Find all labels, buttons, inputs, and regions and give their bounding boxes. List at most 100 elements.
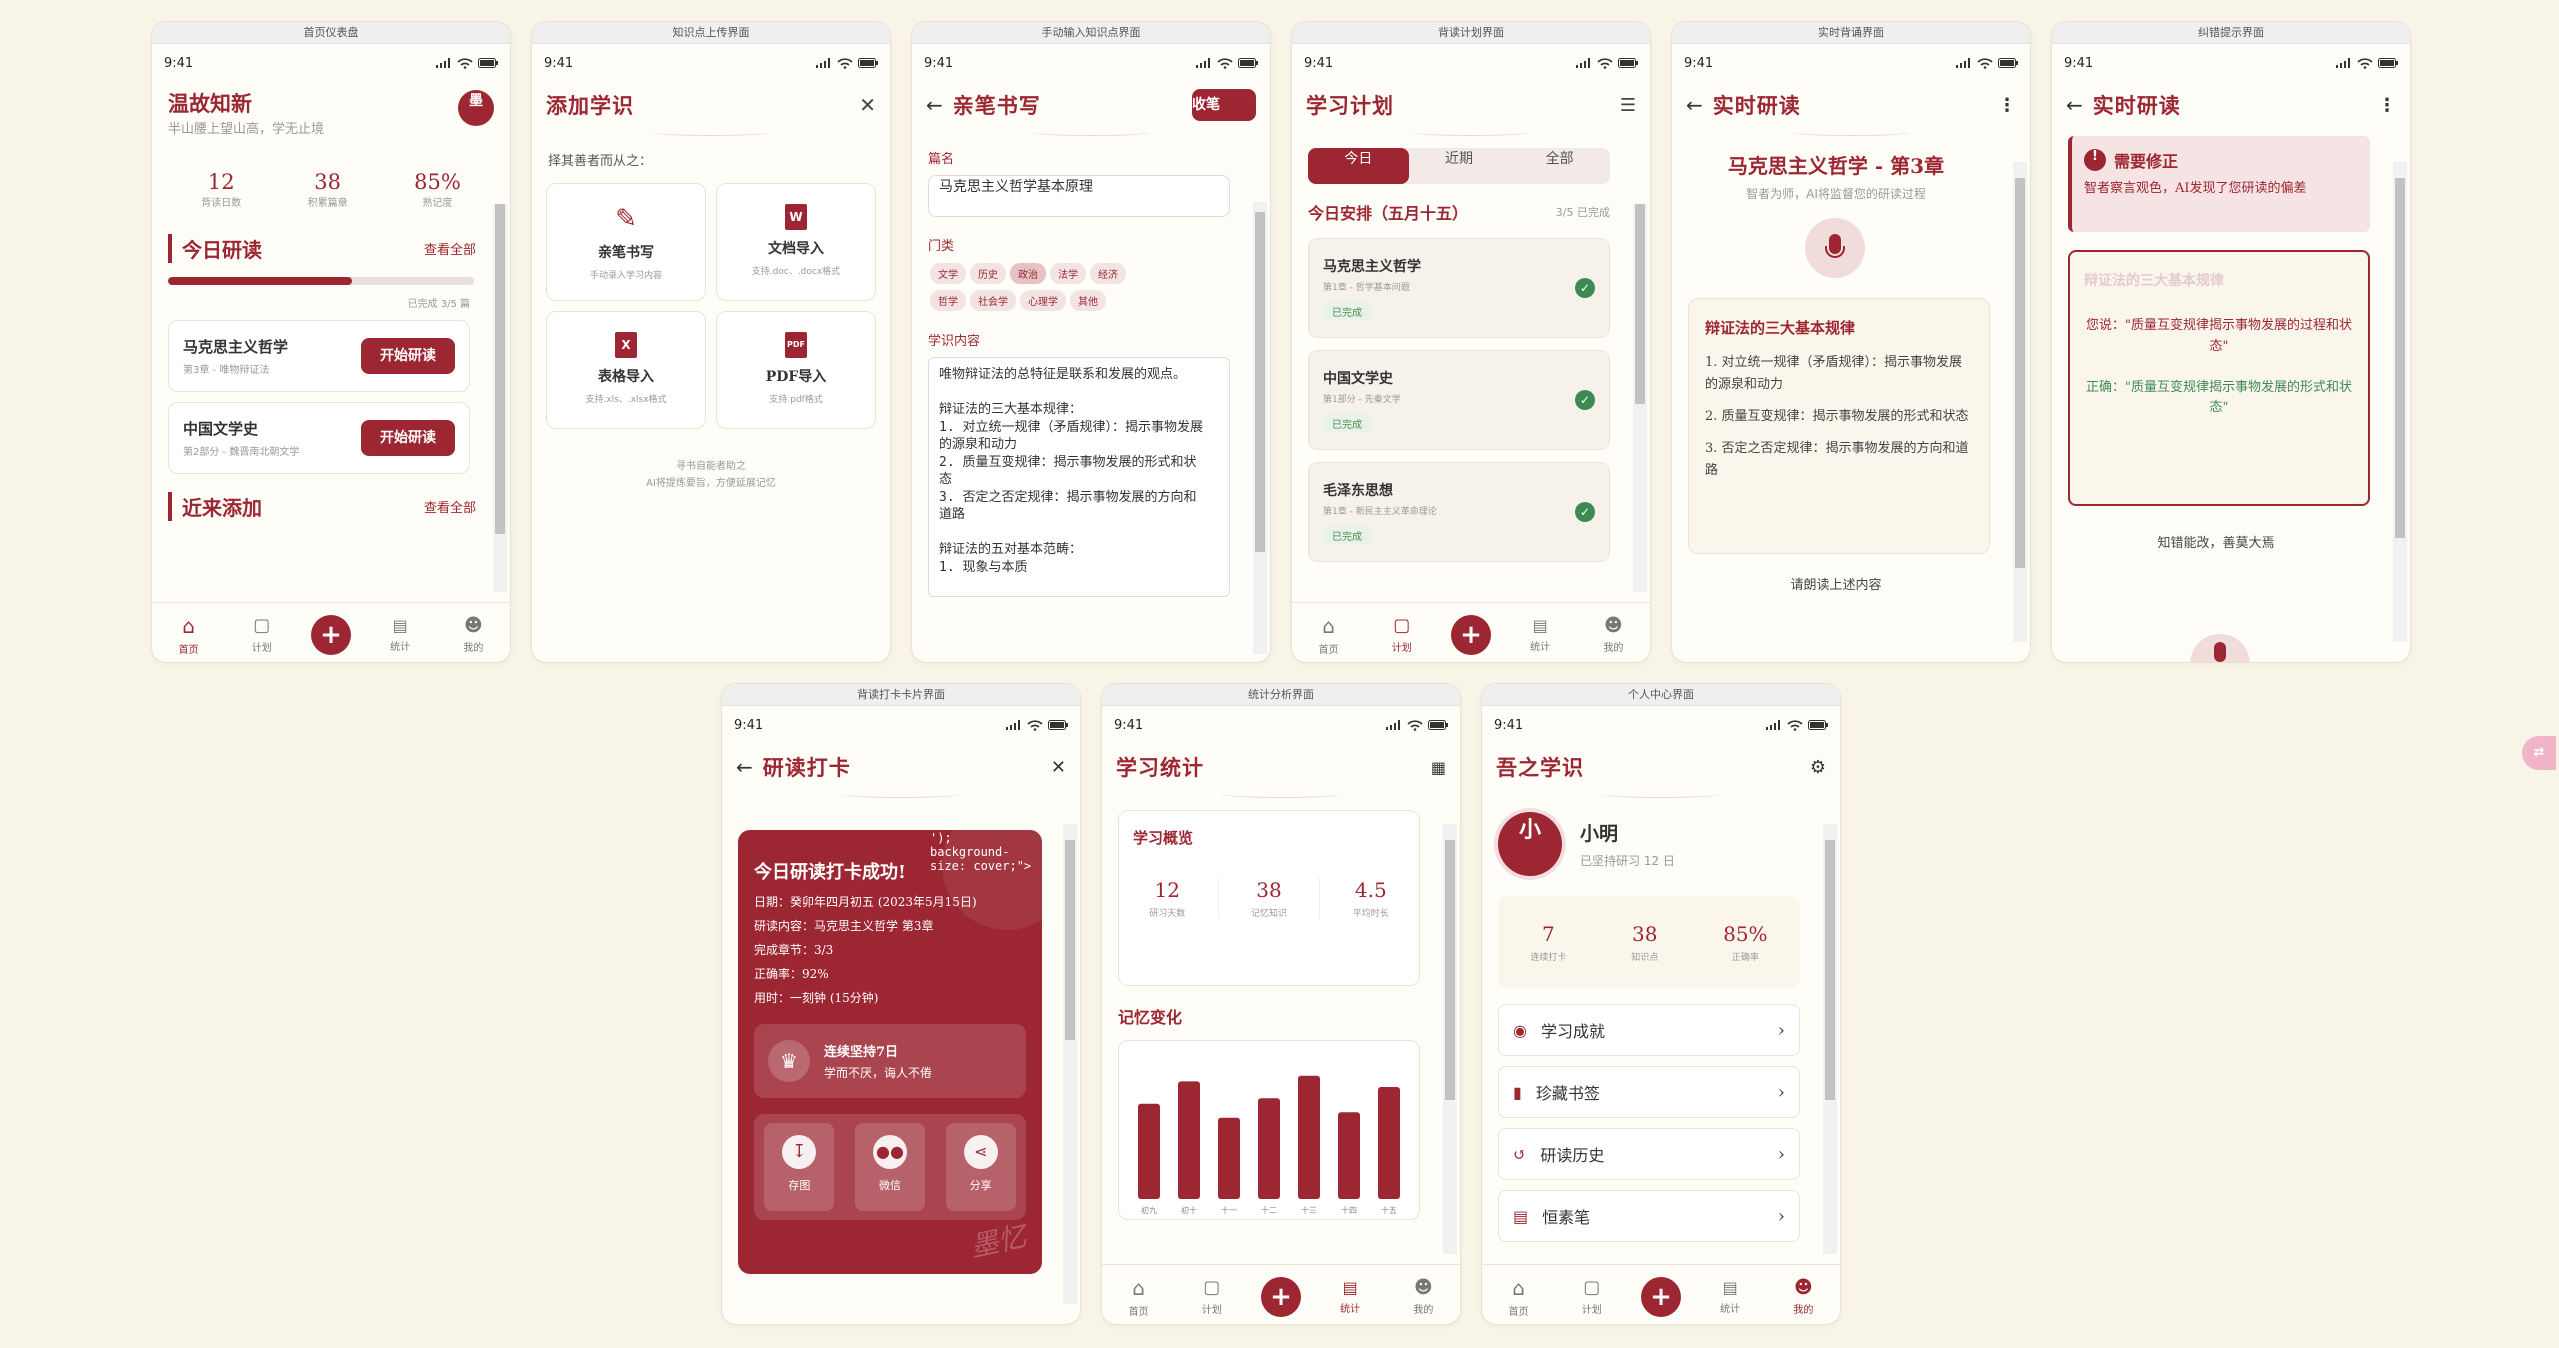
start-reading-button[interactable]: 开始研读 [361,420,455,456]
close-icon[interactable]: ✕ [859,93,876,117]
category-tag[interactable]: 政治 [1010,263,1046,284]
status-bar: 9:41 [152,44,510,82]
list-item[interactable]: 中国文学史 第2部分 - 魏晋南北朝文学 开始研读 [168,402,470,474]
back-arrow-icon[interactable]: ← [2066,93,2083,117]
back-arrow-icon[interactable]: ← [926,93,943,117]
menu-achievements[interactable]: ◉ 学习成就 › [1498,1004,1800,1056]
category-tag[interactable]: 心理学 [1020,290,1066,311]
add-button[interactable]: + [310,614,351,655]
nav-stats[interactable]: ▤ 统计 [1706,1278,1754,1315]
nav-home[interactable]: ⌂ 首页 [1115,1276,1163,1318]
chevron-right-icon: › [1777,1081,1785,1103]
microphone-button[interactable] [1805,218,1865,278]
add-button[interactable]: + [1640,1276,1681,1317]
save-button[interactable]: 收笔 [1192,89,1256,121]
nav-home[interactable]: ⌂ 首页 [1495,1276,1543,1318]
footer-text: 请朗读上述内容 [1790,578,1882,593]
plan-item[interactable]: 中国文学史 第1部分 - 先秦文学 已完成 ✓ [1308,350,1610,450]
option-word[interactable]: W 文档导入 支持.doc、.docx格式 [716,183,876,301]
nav-plan[interactable]: ▢ 计划 [1188,1277,1236,1316]
bottom-nav: ⌂ 首页 ▢ 计划 + ▤ 统计 ☻ 我的 [1292,602,1650,662]
scrollbar[interactable] [1063,824,1077,1304]
avatar[interactable]: 墨 [458,90,494,126]
book-icon: ▢ [1583,1277,1601,1298]
category-tag[interactable]: 哲学 [930,290,966,311]
bar-chart: 初九 初十 十一 十二 十三 十四 十五 [1138,1075,1400,1215]
start-reading-button[interactable]: 开始研读 [361,338,455,374]
option-pdf[interactable]: PDF PDF导入 支持.pdf格式 [716,311,876,429]
see-all-link[interactable]: 查看全部 [424,497,476,516]
category-tag[interactable]: 其他 [1070,290,1106,311]
calendar-icon[interactable]: ▦ [1431,758,1446,777]
menu-notes[interactable]: ▤ 恒素笔 › [1498,1190,1800,1242]
status-bar: 9:41 [532,44,890,82]
category-tag[interactable]: 社会学 [970,290,1016,311]
scrollbar[interactable] [1633,204,1647,592]
stat-label: 研习天数 [1149,909,1186,919]
scrollbar[interactable] [1823,824,1837,1254]
nav-stats[interactable]: ▤ 统计 [1516,616,1564,653]
category-tag[interactable]: 文学 [930,263,966,284]
scrollbar[interactable] [493,204,507,592]
tab-recent[interactable]: 近期 [1409,148,1510,184]
menu-bookmarks[interactable]: ▮ 珍藏书签 › [1498,1066,1800,1118]
add-button[interactable]: + [1260,1276,1301,1317]
stat: 85% 正确率 [1723,922,1767,963]
divider [1411,128,1531,136]
option-excel[interactable]: X 表格导入 支持.xls、.xlsx格式 [546,311,706,429]
nav-me[interactable]: ☻ 我的 [449,615,497,654]
tab-all[interactable]: 全部 [1509,148,1610,184]
today-heading-row: 今日安排（五月十五） 3/5 已完成 [1308,200,1610,224]
battery-icon [1808,720,1828,730]
section-title: 今日研读 [168,234,262,263]
more-icon[interactable]: ⋮ [2378,95,2396,116]
filter-icon[interactable]: ☰ [1620,95,1636,116]
option-subtitle: 手动录入学习内容 [589,271,662,281]
translate-widget-icon[interactable]: ⇄ [2522,736,2556,770]
add-button[interactable]: + [1450,614,1491,655]
gear-icon[interactable]: ⚙ [1810,757,1826,778]
category-tag[interactable]: 经济 [1090,263,1126,284]
status-time: 9:41 [1114,717,1144,733]
category-tag[interactable]: 历史 [970,263,1006,284]
list-item[interactable]: 马克思主义哲学 第3章 - 唯物辩证法 开始研读 [168,320,470,392]
tab-today[interactable]: 今日 [1308,148,1409,184]
menu-history[interactable]: ↺ 研读历史 › [1498,1128,1800,1180]
scrollbar[interactable] [1443,824,1457,1254]
content-textarea[interactable]: 唯物辩证法的总特征是联系和发展的观点。 辩证法的三大基本规律： 1. 对立统一规… [928,357,1230,597]
nav-plan[interactable]: ▢ 计划 [1378,615,1426,654]
avatar[interactable]: 小 [1498,812,1562,876]
chart-icon: ▤ [1722,1278,1738,1297]
save-image-button[interactable]: ↧ 存图 [764,1123,835,1211]
nav-plan[interactable]: ▢ 计划 [1568,1277,1616,1316]
scrollbar[interactable] [2393,162,2407,642]
nav-stats[interactable]: ▤ 统计 [376,616,424,653]
nav-me[interactable]: ☻ 我的 [1779,1277,1827,1316]
option-handwrite[interactable]: ✎ 亲笔书写 手动录入学习内容 [546,183,706,301]
category-tag[interactable]: 法学 [1050,263,1086,284]
close-icon[interactable]: ✕ [1051,757,1066,778]
title-input[interactable]: 马克思主义哲学基本原理 [928,175,1230,217]
back-arrow-icon[interactable]: ← [736,755,753,779]
nav-me[interactable]: ☻ 我的 [1589,615,1637,654]
nav-me[interactable]: ☻ 我的 [1399,1277,1447,1316]
more-icon[interactable]: ⋮ [1998,95,2016,116]
nav-plan[interactable]: ▢ 计划 [238,615,286,654]
see-all-link[interactable]: 查看全部 [424,239,476,258]
divider [651,128,771,136]
scrollbar[interactable] [1253,202,1267,654]
microphone-button[interactable] [2190,634,2250,662]
divider [1031,128,1151,136]
scrollbar[interactable] [2013,162,2027,642]
plan-item[interactable]: 毛泽东思想 第1章 - 新民主主义革命理论 已完成 ✓ [1308,462,1610,562]
plan-item[interactable]: 马克思主义哲学 第1章 - 哲学基本问题 已完成 ✓ [1308,238,1610,338]
nav-home[interactable]: ⌂ 首页 [165,614,213,656]
signal-icon [2336,58,2350,68]
nav-home[interactable]: ⌂ 首页 [1305,614,1353,656]
share-button[interactable]: ⋖ 分享 [945,1123,1016,1211]
wechat-button[interactable]: ●● 微信 [854,1123,925,1211]
back-arrow-icon[interactable]: ← [1686,93,1703,117]
phone-profile: 个人中心界面 9:41 吾之学识 ⚙ 小 小明 已坚持研习 12 日 7 连续打卡 3… [1482,684,1840,1324]
bottom-nav: ⌂ 首页 ▢ 计划 + ▤ 统计 ☻ 我的 [1102,1264,1460,1324]
nav-stats[interactable]: ▤ 统计 [1326,1278,1374,1315]
